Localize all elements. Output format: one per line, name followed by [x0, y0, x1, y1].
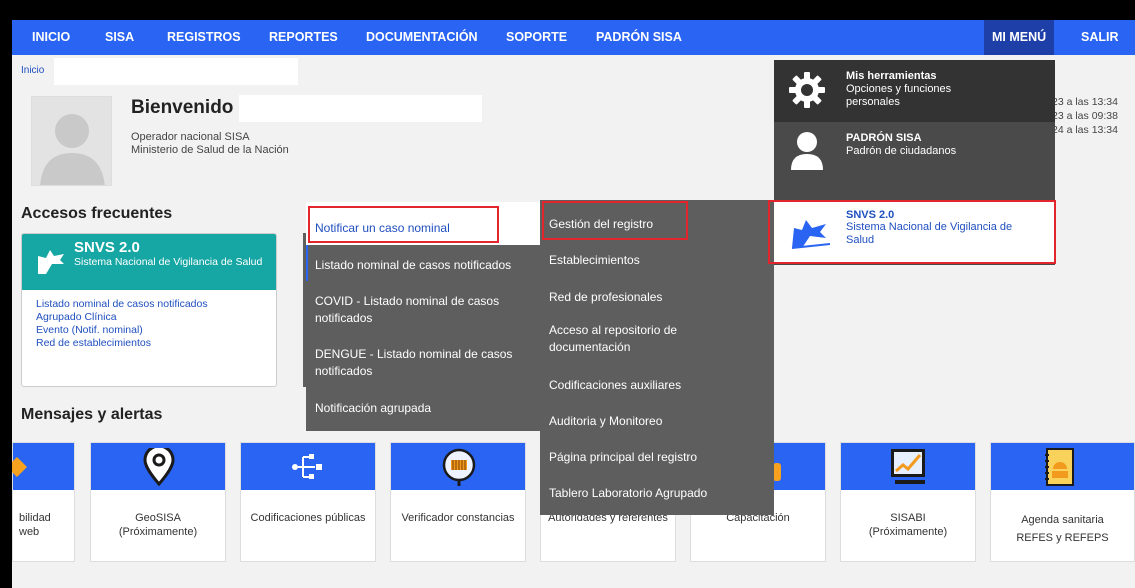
tile-agenda[interactable]: Agenda sanitaria REFES y REFEPS — [990, 442, 1135, 562]
menu-pagina-principal[interactable]: Página principal del registro — [549, 449, 697, 466]
tile-sisabi[interactable]: SISABI (Próximamente) — [840, 442, 976, 562]
map-pin-icon — [143, 448, 175, 486]
welcome-heading: Bienvenido — [131, 97, 234, 118]
mensajes-title: Mensajes y alertas — [21, 406, 163, 423]
tile-verificador[interactable]: Verificador constancias — [390, 442, 526, 562]
top-nav: INICIO SISA REGISTROS REPORTES DOCUMENTA… — [12, 20, 1135, 55]
snvs-logo-icon — [38, 250, 64, 274]
herramientas-subtitle: Opciones y funciones personales — [846, 83, 952, 108]
login-time-1: 23 a las 13:34 — [1052, 96, 1118, 108]
mi-menu-padron[interactable]: PADRÓN SISA Padrón de ciudadanos — [774, 122, 1055, 202]
magnifier-barcode-icon — [442, 448, 476, 486]
hierarchy-icon — [292, 454, 322, 479]
menu-codificaciones-aux[interactable]: Codificaciones auxiliares — [549, 377, 681, 394]
app-frame: INICIO SISA REGISTROS REPORTES DOCUMENTA… — [12, 20, 1135, 588]
menu-notificacion-agrupada[interactable]: Notificación agrupada — [315, 400, 431, 417]
nav-reportes[interactable]: REPORTES — [269, 20, 338, 55]
user-icon — [791, 132, 823, 170]
padron-subtitle: Padrón de ciudadanos — [846, 145, 957, 157]
mi-menu-herramientas[interactable]: Mis herramientas Opciones y funciones pe… — [774, 60, 1055, 122]
nav-registros[interactable]: REGISTROS — [167, 20, 241, 55]
monitor-chart-icon — [891, 449, 925, 484]
user-org: Ministerio de Salud de la Nación — [131, 144, 289, 156]
login-time-2: 23 a las 09:38 — [1052, 110, 1118, 122]
nav-padron-sisa[interactable]: PADRÓN SISA — [596, 20, 682, 55]
menu-listado-nominal[interactable]: Listado nominal de casos notificados — [315, 257, 511, 274]
breadcrumb-blank — [54, 58, 298, 85]
menu-covid-listado[interactable]: COVID - Listado nominal de casos notific… — [315, 293, 525, 327]
user-silhouette-icon — [40, 114, 105, 185]
nav-salir[interactable]: SALIR — [1081, 20, 1119, 55]
agenda-icon — [1045, 448, 1074, 486]
snvs-card: SNVS 2.0 Sistema Nacional de Vigilancia … — [21, 233, 277, 387]
nav-sisa[interactable]: SISA — [105, 20, 134, 55]
link-red-establecimientos[interactable]: Red de establecimientos — [36, 337, 151, 349]
user-role: Operador nacional SISA — [131, 131, 250, 143]
menu-establecimientos[interactable]: Establecimientos — [549, 252, 640, 269]
tile-codificaciones[interactable]: Codificaciones públicas — [240, 442, 376, 562]
snvs-card-header[interactable]: SNVS 2.0 Sistema Nacional de Vigilancia … — [22, 234, 276, 290]
menu-tablero-lab[interactable]: Tablero Laboratorio Agrupado — [549, 485, 707, 502]
registros-submenu: Gestión del registro Establecimientos Re… — [540, 200, 774, 515]
link-evento-notif[interactable]: Evento (Notif. nominal) — [36, 324, 143, 336]
tile-geosisa[interactable]: GeoSISA (Próximamente) — [90, 442, 226, 562]
highlight-box-notificar — [308, 206, 499, 243]
tile-label: Agenda sanitaria REFES y REFEPS — [1016, 514, 1109, 544]
herramientas-title: Mis herramientas — [846, 70, 937, 82]
login-time-3: 24 a las 13:34 — [1052, 124, 1118, 136]
menu-red-profesionales[interactable]: Red de profesionales — [549, 289, 662, 306]
accesos-title: Accesos frecuentes — [21, 205, 173, 222]
nav-inicio[interactable]: INICIO — [32, 20, 70, 55]
tile-label: Verificador constancias — [401, 512, 515, 524]
username-blank — [239, 95, 482, 122]
avatar — [31, 96, 112, 186]
tile-label: Codificaciones públicas — [250, 512, 366, 524]
breadcrumb[interactable]: Inicio — [21, 65, 44, 76]
highlight-box-snvs — [768, 200, 1056, 264]
tile-label: bilidad web — [19, 512, 51, 538]
link-listado-nominal[interactable]: Listado nominal de casos notificados — [36, 298, 208, 310]
gear-icon — [789, 72, 825, 108]
snvs-card-subtitle: Sistema Nacional de Vigilancia de Salud — [74, 256, 263, 268]
snvs-card-title: SNVS 2.0 — [74, 239, 140, 256]
highlight-box-gestion — [542, 201, 688, 240]
menu-repositorio[interactable]: Acceso al repositorio de documentación — [549, 322, 719, 356]
menu-dengue-listado[interactable]: DENGUE - Listado nominal de casos notifi… — [315, 346, 525, 380]
diamond-icon — [12, 457, 27, 477]
padron-title: PADRÓN SISA — [846, 132, 922, 144]
nav-soporte[interactable]: SOPORTE — [506, 20, 567, 55]
tile-label: SISABI (Próximamente) — [868, 512, 948, 538]
link-agrupado-clinica[interactable]: Agrupado Clínica — [36, 311, 117, 323]
nav-documentacion[interactable]: DOCUMENTACIÓN — [366, 20, 478, 55]
nav-mi-menu[interactable]: MI MENÚ — [984, 20, 1055, 55]
tile-accesibilidad[interactable]: bilidad web — [12, 442, 75, 562]
tile-label: GeoSISA (Próximamente) — [118, 512, 198, 538]
menu-auditoria[interactable]: Auditoria y Monitoreo — [549, 413, 662, 430]
